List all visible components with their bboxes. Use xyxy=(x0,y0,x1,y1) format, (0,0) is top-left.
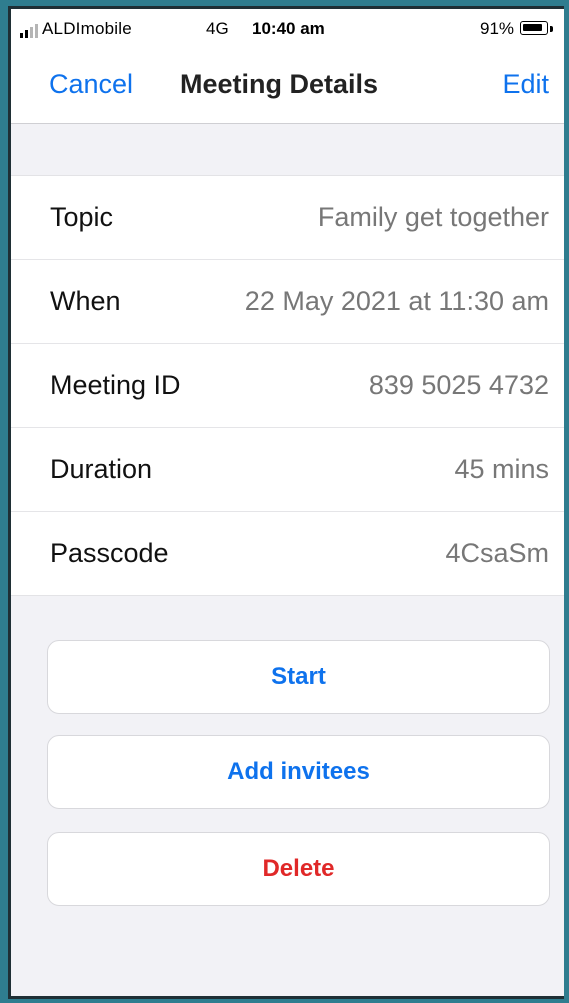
delete-meeting-button[interactable]: Delete xyxy=(47,832,550,906)
cellular-signal-icon xyxy=(20,24,38,38)
network-type: 4G xyxy=(206,19,229,38)
add-invitees-button[interactable]: Add invitees xyxy=(47,735,550,809)
page-title: Meeting Details xyxy=(180,69,379,99)
status-time: 10:40 am xyxy=(252,19,325,38)
carrier-name: ALDImobile xyxy=(42,19,132,38)
edit-button[interactable]: Edit xyxy=(502,69,549,100)
detail-row-passcode: Passcode 4CsaSm xyxy=(11,512,564,595)
battery-level-fill xyxy=(523,24,542,31)
detail-row-meeting-id: Meeting ID 839 5025 4732 xyxy=(11,344,564,428)
detail-label: Topic xyxy=(50,202,114,232)
cancel-button[interactable]: Cancel xyxy=(49,69,133,100)
detail-label: Duration xyxy=(50,454,153,484)
detail-value: 4CsaSm xyxy=(445,538,549,568)
status-bar: ALDImobile 4G 10:40 am 91% xyxy=(11,9,564,49)
detail-value: 839 5025 4732 xyxy=(368,370,549,400)
navigation-bar: Cancel Meeting Details Edit xyxy=(11,49,564,124)
detail-row-duration: Duration 45 mins xyxy=(11,428,564,512)
detail-row-topic: Topic Family get together xyxy=(11,176,564,260)
detail-label: Meeting ID xyxy=(50,370,181,400)
detail-label: Passcode xyxy=(50,538,169,568)
detail-value: 22 May 2021 at 11:30 am xyxy=(244,286,549,316)
detail-row-when: When 22 May 2021 at 11:30 am xyxy=(11,260,564,344)
meeting-details-list: Topic Family get together When 22 May 20… xyxy=(11,175,564,596)
detail-label: When xyxy=(50,286,121,316)
battery-cap xyxy=(550,26,553,32)
phone-screen: ALDImobile 4G 10:40 am 91% Cancel Meetin… xyxy=(11,9,564,996)
battery-percentage: 91% xyxy=(480,19,515,38)
battery-icon xyxy=(520,21,548,35)
start-meeting-button[interactable]: Start xyxy=(47,640,550,714)
detail-value: 45 mins xyxy=(454,454,549,484)
detail-value: Family get together xyxy=(317,202,549,232)
